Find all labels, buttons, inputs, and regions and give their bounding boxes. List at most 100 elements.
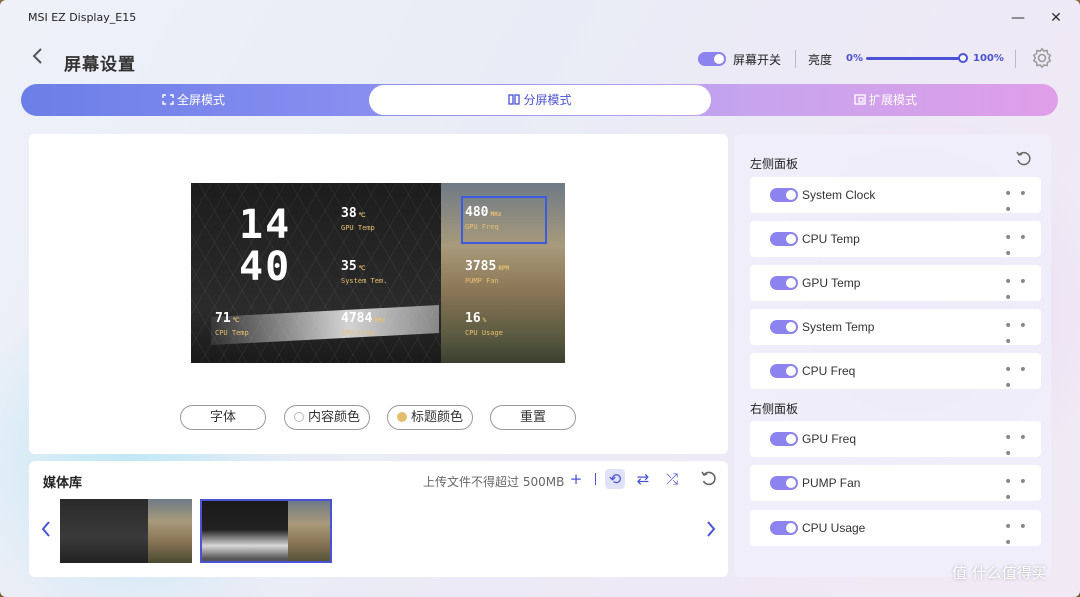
media-thumbnail[interactable] [60, 499, 192, 563]
tab-split-mode[interactable]: 分屏模式 [369, 85, 711, 115]
item-label: CPU Usage [802, 521, 866, 535]
toggle-switch[interactable] [770, 188, 798, 202]
more-icon[interactable]: • • • [1004, 186, 1041, 218]
cpu-usage-label: CPU Usage [465, 329, 503, 337]
divider [1015, 50, 1016, 68]
chevron-left-icon[interactable] [38, 517, 54, 541]
more-icon[interactable]: • • • [1004, 474, 1041, 506]
panel-item-gpu-freq[interactable]: GPU Freq • • • [750, 421, 1041, 462]
toggle-switch[interactable] [770, 521, 798, 535]
undo-icon[interactable] [699, 469, 719, 489]
brightness-min: 0% [846, 53, 863, 64]
toggle-switch[interactable] [770, 320, 798, 334]
gpu-freq-value: 480 MHz [465, 205, 502, 220]
display-preview[interactable]: 14 40 38 ℃ GPU Temp 35 ℃ System Tem. 71 ℃ C… [191, 183, 565, 363]
content-color-button[interactable]: 内容颜色 [284, 405, 370, 430]
media-thumbnail-selected[interactable] [200, 499, 332, 563]
brightness-slider-thumb[interactable] [958, 53, 968, 63]
toggle-switch[interactable] [770, 276, 798, 290]
cpu-freq-label: CPU Freq [341, 329, 375, 337]
divider [795, 50, 796, 68]
loop-icon[interactable]: ⇄ [633, 469, 653, 489]
brightness-max: 100% [973, 53, 1004, 64]
gpu-freq-label: GPU Freq [465, 223, 499, 231]
extend-icon [854, 94, 866, 105]
thumbnail-right-image [288, 501, 330, 561]
back-arrow-icon[interactable] [30, 46, 46, 66]
title-color-button[interactable]: 标题颜色 [387, 405, 473, 430]
item-label: CPU Temp [802, 232, 860, 246]
thumbnail-left-image [202, 501, 288, 561]
cpu-usage-value: 16% [465, 311, 487, 326]
mode-selector: 全屏模式 分屏模式 扩展模式 [21, 84, 1058, 116]
page-title: 屏幕设置 [64, 55, 136, 75]
gpu-temp-label: GPU Temp [341, 224, 375, 232]
media-library: 媒体库 上传文件不得超过 500MB + ⟲ ⇄ ⤮ [29, 461, 728, 577]
tab-extend-mode[interactable]: 扩展模式 [713, 84, 1058, 116]
toggle-switch[interactable] [770, 364, 798, 378]
thumbnail-left-image [60, 499, 148, 563]
system-temp-label: System Tem. [341, 277, 388, 285]
panel-item-gpu-temp[interactable]: GPU Temp • • • [750, 265, 1041, 306]
gpu-temp-value: 38 ℃ [341, 206, 366, 221]
panel-item-system-clock[interactable]: System Clock • • • [750, 177, 1041, 218]
screen-switch-toggle[interactable] [698, 52, 726, 66]
toggle-switch[interactable] [770, 432, 798, 446]
reset-icon[interactable] [1014, 150, 1032, 168]
gear-icon[interactable] [1031, 47, 1053, 69]
item-label: GPU Freq [802, 432, 857, 446]
panel-item-cpu-temp[interactable]: CPU Temp • • • [750, 221, 1041, 262]
item-label: System Temp [802, 320, 875, 334]
cpu-temp-label: CPU Temp [215, 329, 249, 337]
plus-icon[interactable]: + [566, 469, 586, 489]
toggle-switch[interactable] [770, 232, 798, 246]
app-title: MSI EZ Display_E15 [28, 11, 137, 24]
divider [595, 473, 596, 485]
panel-item-system-temp[interactable]: System Temp • • • [750, 309, 1041, 350]
more-icon[interactable]: • • • [1004, 519, 1041, 551]
brightness-label: 亮度 [808, 53, 833, 67]
app-window: MSI EZ Display_E15 — ✕ 屏幕设置 屏幕开关 亮度 0% 1… [0, 0, 1080, 597]
panel-item-cpu-freq[interactable]: CPU Freq • • • [750, 353, 1041, 394]
clock-hour: 14 [239, 202, 292, 248]
color-swatch [396, 412, 407, 422]
tab-label: 扩展模式 [868, 93, 917, 107]
item-label: PUMP Fan [802, 476, 861, 490]
header: 屏幕设置 屏幕开关 亮度 0% 100% [0, 40, 1080, 78]
brightness-slider-track[interactable] [866, 57, 964, 60]
item-label: GPU Temp [802, 276, 861, 290]
chevron-right-icon[interactable] [703, 517, 719, 541]
loop-one-icon[interactable]: ⟲ [605, 469, 625, 489]
close-button[interactable]: ✕ [1046, 8, 1066, 28]
tab-label: 分屏模式 [523, 93, 572, 107]
screen-switch-label: 屏幕开关 [733, 53, 782, 67]
title-bar: MSI EZ Display_E15 — ✕ [0, 0, 1080, 36]
left-panel-label: 左侧面板 [750, 157, 799, 171]
preview-card: 14 40 38 ℃ GPU Temp 35 ℃ System Tem. 71 ℃ C… [29, 134, 728, 454]
panel-item-cpu-usage[interactable]: CPU Usage • • • [750, 510, 1041, 551]
toggle-switch[interactable] [770, 476, 798, 490]
pump-fan-label: PUMP Fan [465, 277, 499, 285]
more-icon[interactable]: • • • [1004, 230, 1041, 262]
pump-fan-value: 3785 RPM [465, 259, 510, 274]
thumbnail-right-image [148, 499, 192, 563]
minimize-button[interactable]: — [1008, 8, 1028, 28]
reset-button[interactable]: 重置 [490, 405, 576, 430]
media-library-title: 媒体库 [43, 476, 83, 491]
more-icon[interactable]: • • • [1004, 430, 1041, 462]
tab-fullscreen-mode[interactable]: 全屏模式 [21, 84, 366, 116]
shuffle-icon[interactable]: ⤮ [662, 469, 682, 489]
more-icon[interactable]: • • • [1004, 318, 1041, 350]
item-label: System Clock [802, 188, 876, 202]
clock-minute: 40 [239, 244, 292, 290]
panel-settings: 左侧面板 System Clock • • • CPU Temp • • • G… [734, 134, 1051, 577]
tab-label: 全屏模式 [176, 93, 225, 107]
fullscreen-icon [162, 94, 174, 105]
font-button[interactable]: 字体 [180, 405, 266, 430]
upload-size-note: 上传文件不得超过 500MB [423, 475, 565, 489]
button-label: 标题颜色 [410, 410, 463, 425]
more-icon[interactable]: • • • [1004, 362, 1041, 394]
watermark: 值 什么值得买 [952, 564, 1047, 582]
more-icon[interactable]: • • • [1004, 274, 1041, 306]
panel-item-pump-fan[interactable]: PUMP Fan • • • [750, 465, 1041, 506]
